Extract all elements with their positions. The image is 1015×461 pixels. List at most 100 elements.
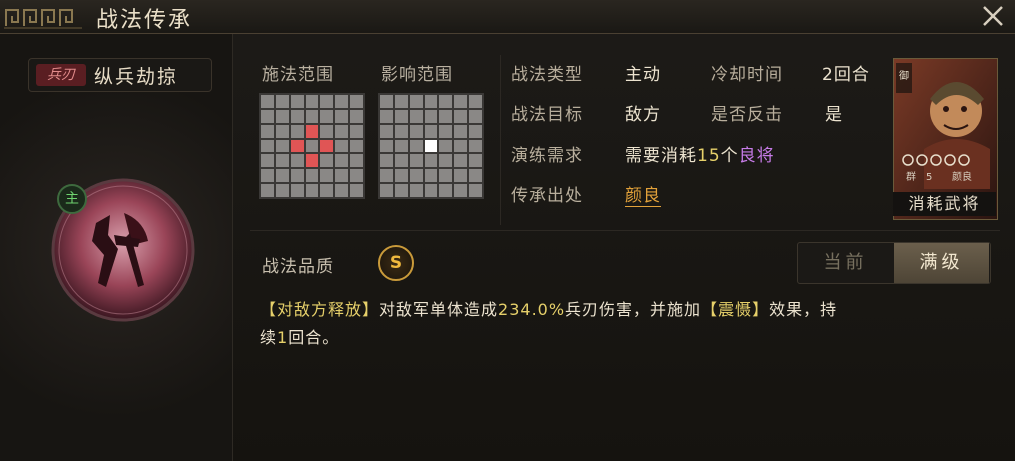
cast-range-cell xyxy=(261,169,274,183)
tab-current[interactable]: 当前 xyxy=(798,243,893,283)
effect-range-cell xyxy=(380,154,393,168)
effect-range-cell xyxy=(409,139,423,153)
effect-range-cell xyxy=(454,95,468,108)
cast-range-cell xyxy=(350,139,363,153)
effect-range-cell xyxy=(469,184,482,197)
cast-range-cell xyxy=(290,154,304,168)
cast-range-cell xyxy=(290,169,304,183)
effect-range-cell xyxy=(439,154,453,168)
cast-range-cell xyxy=(320,184,334,197)
target-label: 战法目标 xyxy=(511,105,583,125)
effect-range-cell xyxy=(454,109,468,123)
cast-range-cell xyxy=(335,109,349,123)
effect-range-cell xyxy=(394,109,408,123)
cast-range-cell xyxy=(261,109,274,123)
effect-range-cell xyxy=(394,95,408,108)
effect-range-cell xyxy=(439,169,453,183)
cast-range-cell xyxy=(350,169,363,183)
tab-max-level[interactable]: 满级 xyxy=(894,243,989,283)
general-faction: 御 xyxy=(899,69,909,82)
effect-range-cell xyxy=(469,95,482,108)
effect-range-cell xyxy=(394,154,408,168)
effect-range-cell xyxy=(380,109,393,123)
source-value[interactable]: 颜良 xyxy=(625,181,661,207)
effect-range-cell xyxy=(394,139,408,153)
effect-range-cell xyxy=(380,139,393,153)
ornament-icon xyxy=(4,9,82,29)
counter-label: 是否反击 xyxy=(711,105,783,125)
desc-text-1: 对敌军单体造成 xyxy=(379,300,499,319)
effect-range-cell xyxy=(409,184,423,197)
quality-label: 战法品质 xyxy=(262,257,334,277)
cooldown-value: 2回合 xyxy=(822,65,870,85)
effect-range-cell xyxy=(439,95,453,108)
effect-range-cell xyxy=(394,169,408,183)
effect-range-label: 影响范围 xyxy=(381,65,453,85)
general-name: 颜良 xyxy=(952,170,972,183)
cast-range-label: 施法范围 xyxy=(262,65,334,85)
desc-text-3: 效果，持 xyxy=(769,300,838,319)
cast-range-cell xyxy=(275,154,289,168)
target-value: 敌方 xyxy=(625,105,661,125)
effect-range-cell xyxy=(454,184,468,197)
cast-range-cell xyxy=(261,184,274,197)
cast-range-cell xyxy=(320,95,334,108)
cast-range-cell xyxy=(261,124,274,138)
train-label: 演练需求 xyxy=(511,146,583,166)
effect-range-cell xyxy=(424,184,438,197)
cast-range-cell xyxy=(305,169,319,183)
effect-range-cell xyxy=(409,109,423,123)
cast-range-cell xyxy=(261,95,274,108)
cast-range-cell xyxy=(275,95,289,108)
effect-range-cell xyxy=(409,124,423,138)
cast-range-cell xyxy=(350,109,363,123)
cast-range-cell xyxy=(335,95,349,108)
effect-range-cell xyxy=(424,139,438,153)
effect-range-cell xyxy=(424,124,438,138)
cooldown-label: 冷却时间 xyxy=(711,65,783,85)
cast-range-cell xyxy=(305,124,319,138)
effect-range-cell xyxy=(394,184,408,197)
effect-range-cell xyxy=(469,124,482,138)
cast-range-cell xyxy=(320,169,334,183)
section-divider xyxy=(250,230,1000,231)
main-skill-badge: 主 xyxy=(57,184,87,214)
cast-range-cell xyxy=(320,139,334,153)
effect-range-cell xyxy=(439,109,453,123)
cast-range-cell xyxy=(320,154,334,168)
cast-range-cell xyxy=(335,154,349,168)
desc-turns: 1 xyxy=(277,328,289,347)
source-label: 传承出处 xyxy=(511,186,583,206)
cast-range-cell xyxy=(320,124,334,138)
cast-range-cell xyxy=(350,124,363,138)
effect-range-cell xyxy=(409,154,423,168)
effect-range-cell xyxy=(424,169,438,183)
cast-range-cell xyxy=(290,184,304,197)
effect-range-cell xyxy=(424,95,438,108)
cast-range-cell xyxy=(290,95,304,108)
cast-range-cell xyxy=(275,139,289,153)
cast-range-cell xyxy=(305,139,319,153)
effect-range-cell xyxy=(439,184,453,197)
cast-range-cell xyxy=(290,139,304,153)
train-prefix: 需要消耗 xyxy=(625,146,697,166)
effect-range-cell xyxy=(409,169,423,183)
cast-range-cell xyxy=(320,109,334,123)
effect-range-cell xyxy=(469,109,482,123)
cast-range-cell xyxy=(305,154,319,168)
cast-range-cell xyxy=(350,154,363,168)
effect-range-cell xyxy=(439,139,453,153)
title-bar: 战法传承 xyxy=(0,0,1015,34)
desc-effect-tag[interactable]: 【震慑】 xyxy=(701,300,769,319)
cast-range-cell xyxy=(335,124,349,138)
effect-range-cell xyxy=(380,169,393,183)
cast-range-cell xyxy=(290,109,304,123)
cast-range-cell xyxy=(335,169,349,183)
cast-range-cell xyxy=(305,109,319,123)
close-icon[interactable] xyxy=(978,2,1008,30)
cast-range-cell xyxy=(350,184,363,197)
cast-range-cell xyxy=(335,184,349,197)
skill-type-value: 主动 xyxy=(625,65,661,85)
skill-type-badge: 兵刃 xyxy=(36,64,86,86)
source-general-link[interactable]: 颜良 xyxy=(625,186,661,207)
